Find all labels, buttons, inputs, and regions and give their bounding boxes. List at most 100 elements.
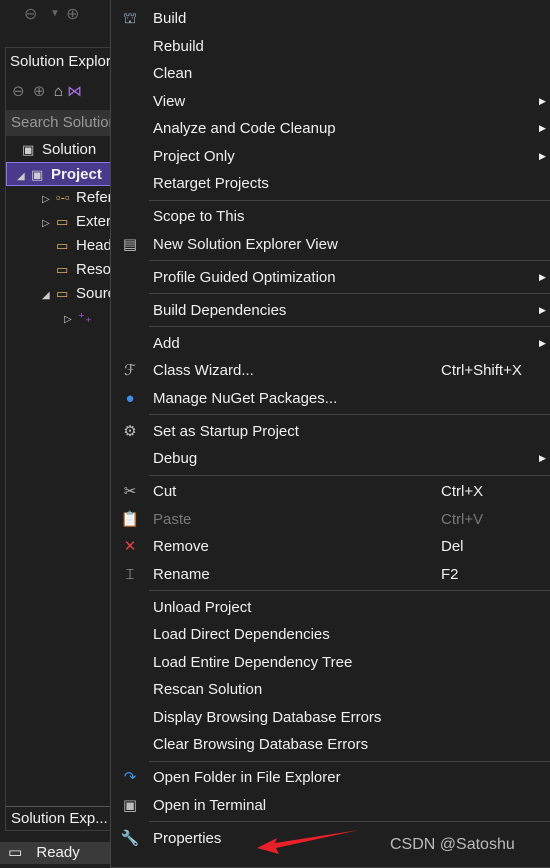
tree-item[interactable]: ◢▭Source Files — [6, 282, 116, 306]
references-icon: ▫-▫ — [56, 190, 70, 205]
menu-item-label: Analyze and Code Cleanup — [153, 120, 336, 137]
nuget-icon: ● — [125, 389, 135, 407]
tree-item[interactable]: ◢ ▣ Project — [6, 162, 116, 186]
shortcut: Ctrl+Shift+X — [441, 362, 522, 379]
tree-item-label: Solution — [42, 141, 97, 158]
menu-item-rescan-solution[interactable]: Rescan Solution — [111, 676, 550, 704]
filter-folder-icon: ▭ — [56, 286, 69, 301]
menu-item-project-only[interactable]: Project Only ▶ — [111, 143, 550, 171]
submenu-arrow-icon: ▶ — [539, 304, 546, 315]
expander-icon[interactable]: ◢ — [17, 165, 31, 185]
vs-switch-view-icon[interactable]: ⋈ — [67, 83, 82, 100]
project-icon: ▣ — [31, 167, 44, 182]
menu-item-unload-project[interactable]: Unload Project — [111, 594, 550, 622]
menu-item-label: Properties — [153, 829, 222, 847]
menu-item-add[interactable]: Add ▶ — [111, 330, 550, 358]
menu-item-cut[interactable]: ✂ Cut Ctrl+X — [111, 478, 550, 506]
forward-icon[interactable]: ⊕ — [66, 4, 79, 24]
home-icon[interactable]: ⌂ — [54, 83, 63, 100]
menu-item-retarget-projects[interactable]: Retarget Projects — [111, 170, 550, 198]
menu-item-label: Build Dependencies — [153, 301, 287, 319]
dropdown-icon[interactable]: ▼ — [50, 8, 60, 19]
menu-item-label: Load Direct Dependencies — [153, 626, 330, 643]
scissors-icon: ✂ — [123, 483, 137, 500]
paste-icon: 📋 — [120, 510, 140, 528]
menu-item-new-solution-explorer-view[interactable]: ▤ New Solution Explorer View — [111, 231, 550, 259]
back-icon[interactable]: ⊖ — [24, 4, 37, 24]
shortcut: Ctrl+X — [441, 483, 484, 500]
shortcut: Del — [441, 538, 464, 555]
tree-item-label: Project — [51, 166, 102, 183]
tree-item[interactable]: ▷▭External Dependencies — [6, 210, 116, 234]
submenu-arrow-icon: ▶ — [539, 453, 546, 463]
search-input[interactable]: Search Solution Explorer — [6, 110, 116, 136]
menu-item-label: Load Entire Dependency Tree — [153, 653, 353, 671]
menu-item-label: Set as Startup Project — [153, 422, 299, 440]
menu-item-open-in-terminal[interactable]: ▣ Open in Terminal — [111, 792, 550, 820]
status-bar: ▭ Ready — [0, 842, 110, 864]
tree-item[interactable]: ▭Resource Files — [6, 258, 116, 282]
tree-item[interactable]: ▷▫-▫References — [6, 186, 116, 210]
back-icon[interactable]: ⊖ — [12, 83, 25, 100]
redo-arrow-icon: ↷ — [123, 769, 137, 786]
menu-item-clean[interactable]: Clean — [111, 60, 550, 88]
shortcut: Ctrl+V — [441, 510, 484, 528]
menu-item-load-entire-dependency-tree[interactable]: Load Entire Dependency Tree — [111, 649, 550, 677]
menu-item-label: Unload Project — [153, 598, 252, 616]
forward-icon[interactable]: ⊕ — [33, 83, 46, 100]
menu-item-label: New Solution Explorer View — [153, 235, 338, 253]
submenu-arrow-icon: ▶ — [539, 95, 546, 106]
menu-item-manage-nuget-packages[interactable]: ● Manage NuGet Packages... — [111, 385, 550, 413]
menu-item-remove[interactable]: ✕ Remove Del — [111, 533, 550, 561]
expander-icon[interactable]: ◢ — [42, 284, 56, 306]
class-wizard-icon: ℱ — [124, 362, 136, 379]
menu-item-build[interactable]: ⛫ Build — [111, 5, 550, 33]
menu-item-paste: 📋 Paste Ctrl+V — [111, 506, 550, 534]
tree-item[interactable]: ▣ Solution — [6, 138, 116, 162]
menu-item-clear-browsing-database-errors[interactable]: Clear Browsing Database Errors — [111, 731, 550, 759]
expander-icon[interactable]: ▷ — [64, 308, 78, 330]
menu-item-rebuild[interactable]: Rebuild — [111, 33, 550, 61]
remove-x-icon: ✕ — [123, 538, 137, 555]
menu-item-label: View — [153, 92, 186, 110]
menu-item-load-direct-dependencies[interactable]: Load Direct Dependencies — [111, 621, 550, 649]
watermark: CSDN @Satoshu — [390, 836, 515, 853]
panel-toolbar: ⊖ ⊕ ⌂ ⋈ — [12, 82, 82, 104]
menu-item-open-folder-in-file-explorer[interactable]: ↷ Open Folder in File Explorer — [111, 764, 550, 792]
tab-solution-explorer[interactable]: Solution Exp... — [6, 806, 116, 830]
new-view-icon: ▤ — [122, 235, 138, 253]
external-folder-icon: ▭ — [56, 214, 69, 229]
expander-icon[interactable]: ▷ — [42, 188, 56, 210]
menu-item-label: Retarget Projects — [153, 175, 269, 192]
menu-item-label: Build — [153, 10, 187, 27]
wrench-icon: 🔧 — [120, 829, 140, 847]
menu-item-profile-guided-optimization[interactable]: Profile Guided Optimization ▶ — [111, 264, 550, 292]
shortcut: F2 — [441, 565, 459, 583]
menu-item-scope-to-this[interactable]: Scope to This — [111, 203, 550, 231]
menu-item-class-wizard[interactable]: ℱ Class Wizard... Ctrl+Shift+X — [111, 357, 550, 385]
solution-icon: ▣ — [22, 142, 35, 157]
menu-item-display-browsing-database-errors[interactable]: Display Browsing Database Errors — [111, 704, 550, 732]
menu-item-label: Debug — [153, 450, 198, 467]
rename-icon: ⌶ — [125, 565, 135, 583]
notification-icon[interactable]: ▭ — [8, 844, 22, 861]
submenu-arrow-icon: ▶ — [539, 123, 546, 133]
menu-item-label: Class Wizard... — [153, 362, 254, 379]
menu-item-set-as-startup-project[interactable]: ⚙ Set as Startup Project — [111, 418, 550, 446]
tree-item[interactable]: ▷ ⁺₊ — [6, 306, 116, 330]
menu-item-analyze-and-code-cleanup[interactable]: Analyze and Code Cleanup ▶ — [111, 115, 550, 143]
solution-explorer-panel: Solution Explorer ⊖ ⊕ ⌂ ⋈ Search Solutio… — [5, 47, 124, 831]
menu-item-label: Profile Guided Optimization — [153, 268, 336, 286]
menu-item-view[interactable]: View ▶ — [111, 88, 550, 116]
menu-item-debug[interactable]: Debug ▶ — [111, 445, 550, 473]
tree-item[interactable]: ▭Header Files — [6, 234, 116, 258]
panel-title: Solution Explorer — [10, 53, 125, 70]
menu-item-build-dependencies[interactable]: Build Dependencies ▶ — [111, 297, 550, 325]
build-icon: ⛫ — [123, 10, 137, 27]
menu-item-rename[interactable]: ⌶ Rename F2 — [111, 561, 550, 589]
toolbar: ⊖ ▼ ⊕ — [0, 0, 110, 30]
menu-item-label: Open in Terminal — [153, 796, 267, 814]
filter-folder-icon: ▭ — [56, 238, 69, 253]
expander-icon[interactable]: ▷ — [42, 212, 56, 234]
menu-item-label: Project Only — [153, 147, 235, 165]
